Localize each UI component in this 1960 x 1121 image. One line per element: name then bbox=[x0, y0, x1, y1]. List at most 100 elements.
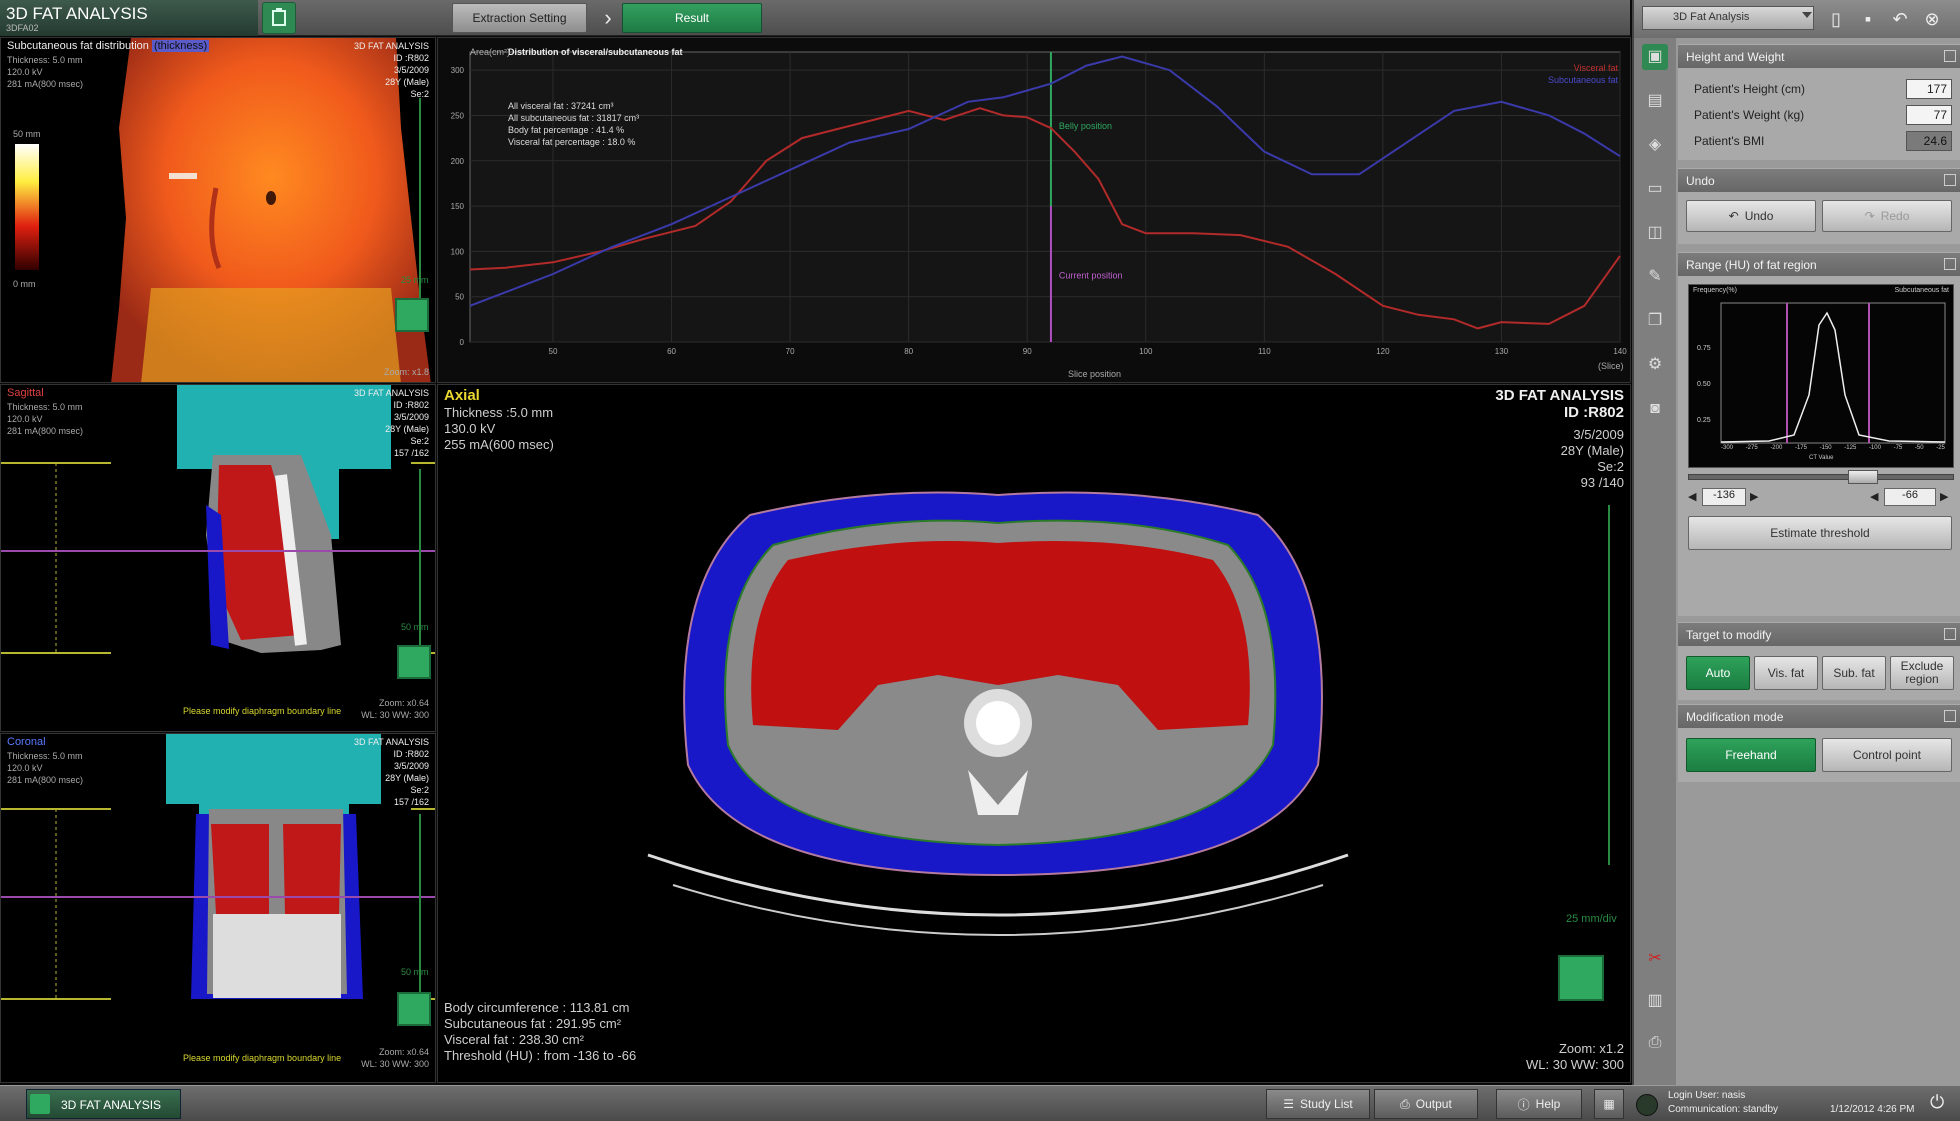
copy-icon[interactable]: ❐ bbox=[1642, 308, 1668, 334]
bmi-row: Patient's BMI 24.6 bbox=[1688, 130, 1954, 152]
range-slider-handle[interactable] bbox=[1848, 470, 1878, 484]
high-next-arrow-icon[interactable]: ▶ bbox=[1940, 490, 1948, 503]
sagittal-orientation-cube-icon[interactable] bbox=[397, 645, 431, 679]
histogram-ytick-1: 0.75 bbox=[1697, 345, 1711, 352]
chart-summary: All visceral fat : 37241 cm³ All subcutan… bbox=[508, 101, 640, 147]
range-header[interactable]: Range (HU) of fat region bbox=[1678, 252, 1960, 276]
undo-button[interactable]: ↶ Undo bbox=[1686, 200, 1816, 232]
step-result-button[interactable]: Result bbox=[622, 3, 762, 33]
range-high-input[interactable]: -66 bbox=[1884, 488, 1936, 506]
pen-icon[interactable]: ✎ bbox=[1642, 264, 1668, 290]
file-icon[interactable]: ▯ bbox=[1824, 7, 1848, 31]
range-section: Frequency(%) Subcutaneous fat 0.75 0.50 … bbox=[1678, 276, 1960, 616]
right-panel: 3D Fat Analysis ▯ ▪ ↶ ⊗ ▣ ▤ ◈ ▭ ◫ ✎ ❐ ⚙ … bbox=[1632, 0, 1960, 1085]
chart-xtick-label: 130 bbox=[1495, 347, 1509, 356]
high-prev-arrow-icon[interactable]: ◀ bbox=[1870, 490, 1878, 503]
chart-xtick-label: 120 bbox=[1376, 347, 1390, 356]
target-auto-button[interactable]: Auto bbox=[1686, 656, 1750, 690]
weight-row: Patient's Weight (kg) 77 bbox=[1688, 104, 1954, 126]
vr-colorbar bbox=[15, 144, 39, 270]
histogram-plot bbox=[1720, 302, 1946, 444]
collapse-icon[interactable] bbox=[1944, 50, 1956, 62]
cube-icon[interactable]: ◫ bbox=[1642, 220, 1668, 246]
axial-ct-image bbox=[647, 491, 1349, 936]
home-icon[interactable] bbox=[262, 2, 296, 34]
low-prev-arrow-icon[interactable]: ◀ bbox=[1688, 490, 1696, 503]
output-button[interactable]: ⎙ Output bbox=[1374, 1089, 1478, 1119]
save-icon[interactable]: ▪ bbox=[1856, 7, 1880, 31]
sagittal-patient-info: 3D FAT ANALYSIS ID :R802 3/5/2009 28Y (Male… bbox=[353, 388, 429, 458]
chart-xunit: (Slice) bbox=[1598, 361, 1624, 371]
height-weight-section: Patient's Height (cm) 177 Patient's Weig… bbox=[1678, 68, 1960, 160]
axial-patient-info: 3/5/2009 28Y (Male) Se:2 93 /140 bbox=[1560, 427, 1624, 490]
estimate-threshold-button[interactable]: Estimate threshold bbox=[1688, 516, 1952, 550]
coronal-viewport[interactable]: Coronal Thickness: 5.0 mm 120.0 kV 281 mA(… bbox=[0, 733, 436, 1083]
axial-info: Thickness :5.0 mm 130.0 kV 255 mA(600 msec… bbox=[444, 405, 554, 452]
axial-stats: Body circumference : 113.81 cm Subcutaneo… bbox=[444, 1000, 637, 1063]
axial-orientation-cube-icon[interactable] bbox=[1558, 955, 1604, 1001]
low-next-arrow-icon[interactable]: ▶ bbox=[1750, 490, 1758, 503]
gear-icon[interactable]: ⚙ bbox=[1642, 352, 1668, 378]
undo-arrow-icon[interactable]: ↶ bbox=[1888, 7, 1912, 31]
coronal-patient-info: 3D FAT ANALYSIS ID :R802 3/5/2009 28Y (Male… bbox=[353, 737, 429, 807]
vr-info: Thickness: 5.0 mm 120.0 kV 281 mA(800 msec… bbox=[7, 55, 84, 89]
height-input[interactable]: 177 bbox=[1906, 79, 1952, 99]
tools-icon[interactable]: ✂ bbox=[1642, 946, 1668, 972]
target-exclude-region-button[interactable]: Exclude region bbox=[1890, 656, 1954, 690]
target-header[interactable]: Target to modify bbox=[1678, 622, 1960, 646]
fat-analysis-icon[interactable]: ▣ bbox=[1642, 44, 1668, 70]
freehand-button[interactable]: Freehand bbox=[1686, 738, 1816, 772]
fat-range-histogram[interactable]: Frequency(%) Subcutaneous fat 0.75 0.50 … bbox=[1688, 284, 1954, 468]
redo-button[interactable]: ↷ Redo bbox=[1822, 200, 1952, 232]
undo-section: ↶ Undo ↷ Redo bbox=[1678, 192, 1960, 244]
fat-distribution-chart-panel[interactable]: 0 50 100 150 200 250 300 50 60 70 80 90 100 110 120 130… bbox=[437, 37, 1631, 383]
step-arrow-icon: › bbox=[604, 5, 612, 30]
chart-ylabel: Area(cm²) bbox=[470, 47, 510, 57]
list-icon: ☰ bbox=[1283, 1097, 1295, 1111]
mode-header[interactable]: Modification mode bbox=[1678, 704, 1960, 728]
axial-viewport[interactable]: Axial Thickness :5.0 mm 130.0 kV 255 mA(60… bbox=[437, 384, 1631, 1083]
vr-viewport[interactable]: Subcutaneous fat distribution (thickness… bbox=[0, 37, 436, 383]
chart-legend: Visceral fat Subcutaneous fat bbox=[1548, 62, 1618, 86]
undo-header[interactable]: Undo bbox=[1678, 168, 1960, 192]
layer-icon[interactable]: ▭ bbox=[1642, 176, 1668, 202]
study-list-button[interactable]: ☰ Study List bbox=[1266, 1089, 1370, 1119]
layout-icon[interactable]: ▦ bbox=[1594, 1089, 1624, 1119]
target-visceral-fat-button[interactable]: Vis. fat bbox=[1754, 656, 1818, 690]
control-point-button[interactable]: Control point bbox=[1822, 738, 1952, 772]
sagittal-title: Sagittal bbox=[7, 387, 44, 399]
help-button[interactable]: ⓘ Help bbox=[1496, 1089, 1582, 1119]
protocol-select[interactable]: 3D Fat Analysis bbox=[1642, 6, 1814, 30]
coronal-info: Thickness: 5.0 mm 120.0 kV 281 mA(800 msec… bbox=[7, 751, 84, 785]
target-section: Auto Vis. fat Sub. fat Exclude region bbox=[1678, 646, 1960, 700]
chart-ytick-label: 300 bbox=[451, 66, 465, 75]
axial-zoom-wl: Zoom: x1.2 WL: 30 WW: 300 bbox=[1525, 1041, 1624, 1072]
coronal-orientation-cube-icon[interactable] bbox=[397, 992, 431, 1026]
chart-ytick-label: 0 bbox=[460, 338, 465, 347]
weight-input[interactable]: 77 bbox=[1906, 105, 1952, 125]
histogram-xticks: -300 -275 -200 -175 -150 -125 -100 -75 -50 -25 bbox=[1721, 445, 1945, 451]
height-label: Patient's Height (cm) bbox=[1694, 82, 1805, 96]
help-icon: ⓘ bbox=[1517, 1097, 1530, 1112]
step-extraction-setting-button[interactable]: Extraction Setting bbox=[452, 3, 587, 33]
close-icon[interactable]: ⊗ bbox=[1920, 7, 1944, 31]
document-icon[interactable]: ▥ bbox=[1642, 988, 1668, 1014]
legend-subcutaneous: Subcutaneous fat bbox=[1547, 75, 1618, 85]
sagittal-viewport[interactable]: Sagittal Thickness: 5.0 mm 120.0 kV 281 mA… bbox=[0, 384, 436, 732]
range-slider-track[interactable] bbox=[1688, 474, 1954, 480]
print-icon[interactable]: ⎙ bbox=[1642, 1030, 1668, 1056]
vr-view-title: Subcutaneous fat distribution bbox=[7, 40, 149, 52]
target-subcutaneous-fat-button[interactable]: Sub. fat bbox=[1822, 656, 1886, 690]
camera-icon[interactable]: ◙ bbox=[1642, 396, 1668, 422]
power-icon[interactable]: ⏻ bbox=[1930, 1092, 1944, 1113]
tag-icon[interactable]: ◈ bbox=[1642, 132, 1668, 158]
status-text: Login User: nasis Communication: standby bbox=[1668, 1090, 1779, 1115]
chart-icon[interactable]: ▤ bbox=[1642, 88, 1668, 114]
height-weight-header[interactable]: Height and Weight bbox=[1678, 44, 1960, 68]
chart-xtick-label: 80 bbox=[904, 347, 913, 356]
range-low-input[interactable]: -136 bbox=[1702, 488, 1746, 506]
orientation-cube-icon[interactable] bbox=[395, 298, 429, 332]
vr-patient-info: 3D FAT ANALYSIS ID :R802 3/5/2009 28Y (Male… bbox=[353, 41, 429, 99]
chart-xlabel: Slice position bbox=[1068, 369, 1122, 379]
vr-scale-top: 50 mm bbox=[13, 129, 41, 139]
